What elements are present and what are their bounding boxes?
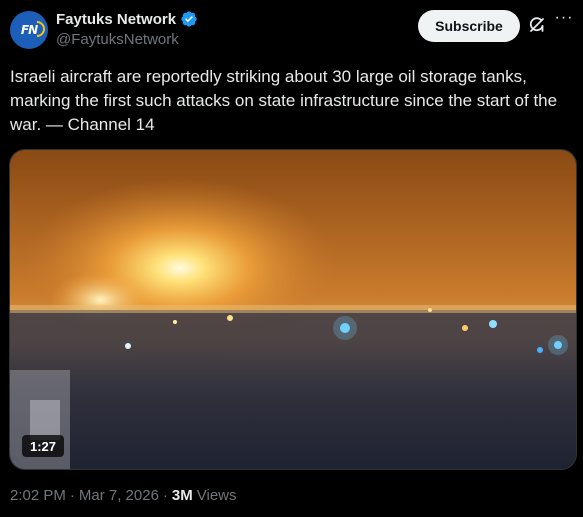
more-icon[interactable]: ··· (552, 10, 576, 31)
tweet-text: Israeli aircraft are reportedly striking… (10, 67, 558, 134)
views-count: 3M (171, 487, 193, 504)
grok-icon[interactable] (527, 15, 547, 35)
author-display-name[interactable]: Faytuks Network (56, 11, 176, 28)
author-name-row: Faytuks Network (56, 10, 198, 28)
tweet-date[interactable]: Mar 7, 2026 (79, 487, 159, 504)
video-duration: 1:27 (22, 435, 65, 457)
meta-separator: · (162, 487, 168, 504)
subscribe-button[interactable]: Subscribe (418, 10, 520, 42)
tweet-time[interactable]: 2:02 PM (10, 487, 66, 504)
avatar[interactable]: FN (10, 11, 48, 49)
views-label: Views (196, 487, 237, 504)
meta-separator: · (69, 487, 75, 504)
video-player[interactable] (9, 149, 577, 470)
tweet-meta: 2:02 PM · Mar 7, 2026 · 3M Views (10, 487, 237, 504)
video-thumbnail (10, 150, 576, 469)
author-handle[interactable]: @FaytuksNetwork (56, 31, 179, 48)
verified-badge-icon (180, 10, 198, 28)
